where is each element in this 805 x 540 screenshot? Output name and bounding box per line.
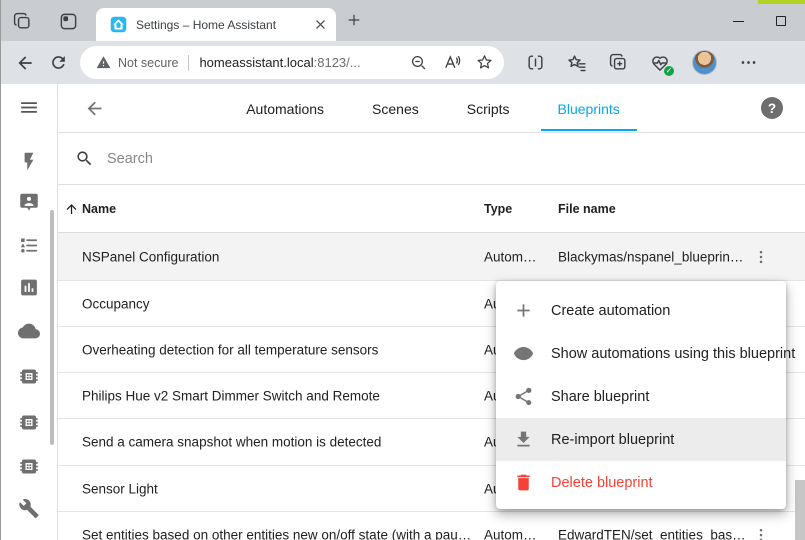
page-scrollbar[interactable] xyxy=(795,480,805,540)
window-minimize-button[interactable] xyxy=(723,10,753,32)
tab-automations[interactable]: Automations xyxy=(229,86,341,130)
row-file: Blackymas/nspanel_blueprin… xyxy=(558,249,743,264)
sidebar-menu-icon[interactable] xyxy=(19,97,40,118)
sidebar-device-chip-2-icon[interactable] xyxy=(19,412,40,433)
row-name: Send a camera snapshot when motion is de… xyxy=(82,435,381,450)
back-icon[interactable] xyxy=(15,53,35,73)
eye-icon xyxy=(513,343,534,364)
sort-ascending-icon[interactable] xyxy=(64,201,79,216)
ha-header: Automations Scenes Scripts Blueprints ? xyxy=(58,84,805,133)
menu-item-create-automation[interactable]: Create automation xyxy=(496,289,786,332)
refresh-icon[interactable] xyxy=(49,53,68,72)
column-header-name[interactable]: Name xyxy=(82,202,116,216)
table-row[interactable]: NSPanel Configuration Autom… Blackymas/n… xyxy=(58,233,805,281)
row-name: Philips Hue v2 Smart Dimmer Switch and R… xyxy=(82,388,380,403)
split-screen-icon[interactable] xyxy=(526,53,545,72)
menu-item-label: Re-import blueprint xyxy=(551,432,674,448)
browser-toolbar: Not secure homeassistant.local:8123/... … xyxy=(1,41,805,84)
sidebar-device-chip-1-icon[interactable] xyxy=(19,366,40,387)
sidebar-scrollbar[interactable] xyxy=(50,210,54,445)
sidebar-assist-icon[interactable] xyxy=(19,192,40,213)
menu-item-label: Create automation xyxy=(551,303,670,319)
favorites-icon[interactable] xyxy=(567,53,587,73)
download-icon xyxy=(513,429,534,450)
address-bar[interactable]: Not secure homeassistant.local:8123/... xyxy=(80,46,504,79)
blueprint-context-menu: Create automation Show automations using… xyxy=(496,281,786,509)
column-header-type[interactable]: Type xyxy=(484,202,512,216)
new-tab-icon[interactable] xyxy=(345,11,363,29)
search-icon xyxy=(75,149,94,168)
menu-item-share-blueprint[interactable]: Share blueprint xyxy=(496,375,786,418)
tab-title: Settings – Home Assistant xyxy=(136,18,313,32)
trash-icon xyxy=(513,472,534,493)
favorite-star-icon[interactable] xyxy=(475,53,494,72)
menu-item-show-automations[interactable]: Show automations using this blueprint xyxy=(496,332,786,375)
profile-avatar[interactable] xyxy=(692,50,717,75)
menu-item-label: Show automations using this blueprint xyxy=(551,346,795,362)
workspaces-icon[interactable] xyxy=(13,12,32,31)
address-separator xyxy=(188,55,189,71)
tab-close-icon[interactable] xyxy=(313,17,328,32)
row-name: Sensor Light xyxy=(82,481,158,496)
search-row xyxy=(58,133,805,185)
browser-menu-icon[interactable] xyxy=(739,53,758,72)
column-header-file[interactable]: File name xyxy=(558,202,616,216)
sidebar-tools-icon[interactable] xyxy=(19,498,40,519)
read-aloud-icon[interactable] xyxy=(442,53,461,72)
row-name: NSPanel Configuration xyxy=(82,249,219,264)
not-secure-warning-icon xyxy=(96,55,111,70)
share-icon xyxy=(513,386,534,407)
menu-item-label: Delete blueprint xyxy=(551,475,653,491)
home-assistant-app: Automations Scenes Scripts Blueprints ? … xyxy=(1,84,805,540)
window-maximize-button[interactable] xyxy=(766,10,796,32)
menu-item-reimport-blueprint[interactable]: Re-import blueprint xyxy=(496,418,786,461)
menu-item-delete-blueprint[interactable]: Delete blueprint xyxy=(496,461,786,504)
tab-scenes[interactable]: Scenes xyxy=(355,86,436,130)
url-host: homeassistant.local xyxy=(199,55,313,70)
row-type: Autom… xyxy=(484,249,537,264)
ha-sidebar xyxy=(1,84,58,540)
search-input[interactable] xyxy=(107,151,805,167)
home-assistant-favicon xyxy=(110,16,127,33)
row-file: EdwardTEN/set_entities_bas… xyxy=(558,527,746,540)
url-suffix: :8123/... xyxy=(314,55,361,70)
essentials-check-badge: ✓ xyxy=(664,66,674,76)
table-header: Name Type File name xyxy=(58,185,805,233)
browser-essentials-icon[interactable]: ✓ xyxy=(650,53,670,73)
row-name: Overheating detection for all temperatur… xyxy=(82,342,378,357)
row-name: Set entities based on other entities new… xyxy=(82,527,477,540)
row-overflow-menu-icon[interactable] xyxy=(752,248,770,266)
security-label[interactable]: Not secure xyxy=(118,56,178,70)
browser-tabstrip: Settings – Home Assistant xyxy=(1,0,805,41)
help-icon[interactable]: ? xyxy=(761,97,783,119)
ha-back-icon[interactable] xyxy=(84,98,105,119)
sidebar-cloud-icon[interactable] xyxy=(18,320,40,342)
row-overflow-menu-icon[interactable] xyxy=(752,526,770,540)
sidebar-history-icon[interactable] xyxy=(19,277,40,298)
table-row[interactable]: Set entities based on other entities new… xyxy=(58,512,805,540)
sidebar-logbook-icon[interactable] xyxy=(19,235,40,256)
tab-actions-icon[interactable] xyxy=(59,12,78,31)
sidebar-device-chip-3-icon[interactable] xyxy=(19,456,40,477)
plus-icon xyxy=(513,300,534,321)
row-type: Autom… xyxy=(484,527,537,540)
tab-blueprints[interactable]: Blueprints xyxy=(541,86,637,130)
tab-scripts[interactable]: Scripts xyxy=(450,86,527,130)
ha-nav-tabs: Automations Scenes Scripts Blueprints xyxy=(105,86,761,130)
browser-tab[interactable]: Settings – Home Assistant xyxy=(96,8,336,41)
url-text[interactable]: homeassistant.local:8123/... xyxy=(199,55,396,70)
row-name: Occupancy xyxy=(82,296,150,311)
sidebar-energy-icon[interactable] xyxy=(19,151,40,172)
menu-item-label: Share blueprint xyxy=(551,389,649,405)
zoom-out-icon[interactable] xyxy=(410,54,428,72)
screen-edge-sliver xyxy=(758,0,805,4)
collections-icon[interactable] xyxy=(609,53,628,72)
